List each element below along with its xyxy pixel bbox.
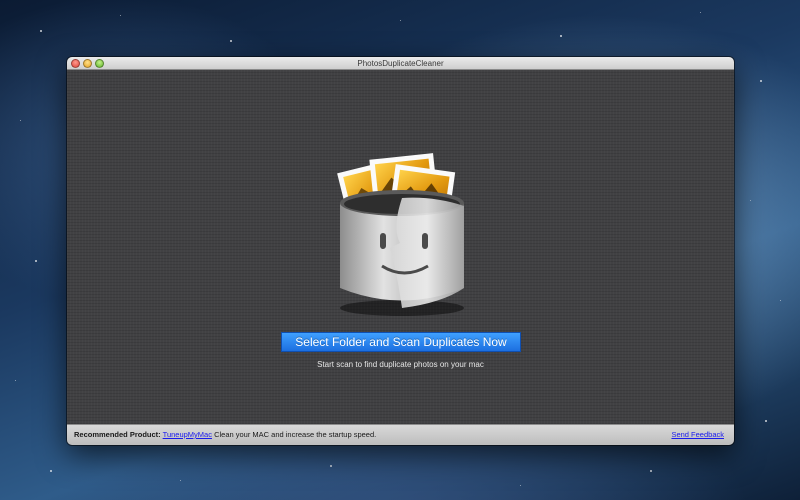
footer-bar: Recommended Product: TuneupMyMac Clean y… [67,424,734,445]
send-feedback-link[interactable]: Send Feedback [671,425,724,445]
recommended-label: Recommended Product: [74,430,161,439]
window-title: PhotosDuplicateCleaner [357,59,444,68]
select-folder-scan-button[interactable]: Select Folder and Scan Duplicates Now [281,332,521,352]
scan-hint-text: Start scan to find duplicate photos on y… [317,360,484,369]
recommended-product: Recommended Product: TuneupMyMac Clean y… [74,425,376,445]
tuneupmymac-link[interactable]: TuneupMyMac [163,430,212,439]
title-bar[interactable]: PhotosDuplicateCleaner [67,57,734,70]
product-description: Clean your MAC and increase the startup … [214,430,377,439]
main-panel: Select Folder and Scan Duplicates Now St… [67,70,734,424]
app-window: PhotosDuplicateCleaner Select Folder and… [67,57,734,445]
photos-duplicate-cleaner-app-icon [337,153,464,316]
